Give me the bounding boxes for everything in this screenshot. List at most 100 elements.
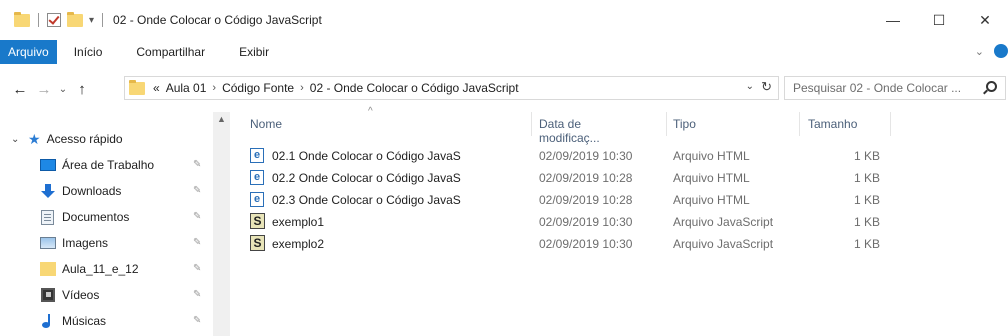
pin-icon[interactable]: ✎ — [193, 263, 201, 274]
tab-view[interactable]: Exibir — [222, 45, 286, 59]
pin-icon[interactable]: ✎ — [193, 211, 201, 222]
title-bar: ▾ 02 - Onde Colocar o Código JavaScript … — [0, 0, 1008, 40]
tab-home[interactable]: Início — [57, 45, 120, 59]
column-divider[interactable] — [531, 112, 532, 136]
file-row[interactable]: e 02.2 Onde Colocar o Código JavaS 02/09… — [230, 167, 1008, 189]
breadcrumb-aula-01[interactable]: Aula 01 — [166, 81, 207, 95]
column-header-type[interactable]: Tipo — [673, 117, 696, 131]
toolbar-divider — [38, 13, 39, 27]
file-row[interactable]: S exemplo2 02/09/2019 10:30 Arquivo Java… — [230, 233, 1008, 255]
column-header-name[interactable]: Nome — [250, 117, 282, 131]
ribbon-tabs: Arquivo Início Compartilhar Exibir ⌄ — [0, 40, 1008, 64]
breadcrumb-codigo-fonte[interactable]: Código Fonte — [222, 81, 294, 95]
file-type: Arquivo HTML — [673, 149, 750, 163]
file-name: exemplo2 — [272, 237, 325, 251]
sidebar-item-label: Acesso rápido — [46, 132, 123, 146]
back-arrow-icon[interactable]: ← — [8, 81, 32, 98]
sidebar-item-pictures[interactable]: Imagens ✎ — [0, 230, 212, 256]
file-name: 02.3 Onde Colocar o Código JavaS — [272, 193, 461, 207]
html-file-icon: e — [250, 170, 264, 185]
sort-ascending-icon: ^ — [368, 106, 373, 117]
videos-icon — [41, 288, 55, 302]
breadcrumb-separator[interactable]: › — [300, 82, 304, 94]
address-history-chevron-icon[interactable]: ⌄ — [746, 81, 754, 92]
window-controls: — ☐ ✕ — [870, 0, 1008, 40]
quick-access-toolbar: ▾ — [14, 11, 105, 27]
html-file-icon: e — [250, 192, 264, 207]
file-row[interactable]: S exemplo1 02/09/2019 10:30 Arquivo Java… — [230, 211, 1008, 233]
file-list: Nome ^ Data de modificaç... Tipo Tamanho… — [230, 106, 1008, 336]
help-icon[interactable] — [994, 44, 1008, 58]
minimize-button[interactable]: — — [870, 0, 916, 40]
file-row[interactable]: e 02.1 Onde Colocar o Código JavaS 02/09… — [230, 145, 1008, 167]
js-file-icon: S — [250, 213, 265, 229]
search-box[interactable]: Pesquisar 02 - Onde Colocar ... — [784, 76, 1006, 100]
refresh-icon[interactable]: ↻ — [761, 79, 772, 95]
address-bar[interactable]: « Aula 01 › Código Fonte › 02 - Onde Col… — [124, 76, 779, 100]
column-header-size[interactable]: Tamanho — [808, 117, 857, 131]
file-size: 1 KB — [853, 193, 880, 207]
breadcrumb-current-folder[interactable]: 02 - Onde Colocar o Código JavaScript — [310, 81, 519, 95]
window-title: 02 - Onde Colocar o Código JavaScript — [113, 13, 322, 27]
file-row[interactable]: e 02.3 Onde Colocar o Código JavaS 02/09… — [230, 189, 1008, 211]
sidebar-item-downloads[interactable]: Downloads ✎ — [0, 178, 212, 204]
sidebar-item-music[interactable]: Músicas ✎ — [0, 308, 212, 334]
desktop-icon — [40, 159, 56, 171]
file-date: 02/09/2019 10:30 — [539, 149, 633, 163]
file-size: 1 KB — [853, 171, 880, 185]
file-date: 02/09/2019 10:28 — [539, 171, 633, 185]
up-arrow-icon[interactable]: ↑ — [70, 81, 94, 98]
downloads-icon — [40, 184, 56, 198]
recent-locations-chevron-icon[interactable]: ⌄ — [56, 84, 70, 95]
breadcrumb-separator[interactable]: › — [212, 82, 216, 94]
sidebar-item-documents[interactable]: Documentos ✎ — [0, 204, 212, 230]
forward-arrow-icon[interactable]: → — [32, 81, 56, 98]
sidebar-item-label: Downloads — [62, 184, 122, 198]
search-placeholder: Pesquisar 02 - Onde Colocar ... — [793, 81, 962, 95]
file-date: 02/09/2019 10:30 — [539, 215, 633, 229]
column-divider[interactable] — [666, 112, 667, 136]
sidebar-item-desktop[interactable]: Área de Trabalho ✎ — [0, 152, 212, 178]
sidebar-item-label: Aula_11_e_12 — [62, 262, 139, 276]
column-header-date[interactable]: Data de modificaç... — [539, 117, 600, 145]
file-name: exemplo1 — [272, 215, 325, 229]
sidebar-item-label: Vídeos — [62, 288, 100, 302]
star-icon: ★ — [28, 130, 41, 147]
tab-share[interactable]: Compartilhar — [119, 45, 222, 59]
column-divider[interactable] — [890, 112, 891, 136]
pin-icon[interactable]: ✎ — [193, 315, 201, 326]
pictures-icon — [40, 237, 56, 249]
maximize-button[interactable]: ☐ — [916, 0, 962, 40]
expand-ribbon-icon[interactable]: ⌄ — [975, 45, 984, 58]
new-folder-icon[interactable] — [67, 11, 83, 27]
pin-icon[interactable]: ✎ — [193, 289, 201, 300]
navigation-scrollbar[interactable]: ▲ — [213, 112, 230, 336]
folder-icon — [14, 11, 30, 27]
folder-icon — [129, 79, 145, 95]
pin-icon[interactable]: ✎ — [193, 237, 201, 248]
search-icon[interactable] — [986, 81, 997, 92]
folder-icon — [40, 262, 56, 276]
sidebar-item-videos[interactable]: Vídeos ✎ — [0, 282, 212, 308]
column-divider[interactable] — [799, 112, 800, 136]
sidebar-item-label: Área de Trabalho — [62, 158, 155, 172]
tab-file[interactable]: Arquivo — [0, 40, 57, 64]
customize-toolbar-icon[interactable]: ▾ — [89, 15, 94, 26]
scroll-up-arrow-icon[interactable]: ▲ — [213, 114, 230, 124]
documents-icon — [41, 209, 54, 225]
pin-icon[interactable]: ✎ — [193, 185, 201, 196]
sidebar-item-quick-access[interactable]: ⌄ ★ Acesso rápido — [0, 126, 212, 152]
file-type: Arquivo HTML — [673, 193, 750, 207]
navigation-pane: ⌄ ★ Acesso rápido Área de Trabalho ✎ Dow… — [0, 112, 230, 336]
sidebar-item-aula-11-e-12[interactable]: Aula_11_e_12 ✎ — [0, 256, 212, 282]
file-name: 02.2 Onde Colocar o Código JavaS — [272, 171, 461, 185]
file-date: 02/09/2019 10:28 — [539, 193, 633, 207]
js-file-icon: S — [250, 235, 265, 251]
file-size: 1 KB — [853, 237, 880, 251]
navigation-bar: ← → ⌄ ↑ « Aula 01 › Código Fonte › 02 - … — [0, 71, 1008, 107]
chevron-down-icon[interactable]: ⌄ — [11, 134, 19, 145]
pin-icon[interactable]: ✎ — [193, 159, 201, 170]
breadcrumb-overflow[interactable]: « — [153, 81, 160, 95]
close-button[interactable]: ✕ — [962, 0, 1008, 40]
properties-icon[interactable] — [47, 13, 61, 27]
